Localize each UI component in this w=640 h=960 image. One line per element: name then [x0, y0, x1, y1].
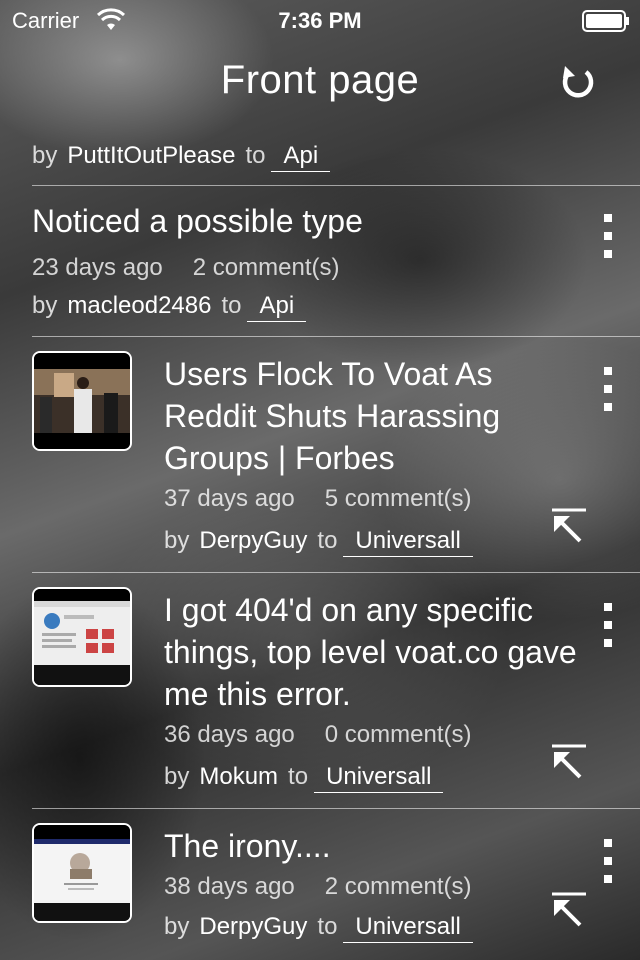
thumbnail-image	[34, 589, 130, 685]
post-byline: by macleod2486 to Api	[32, 292, 307, 322]
author-link[interactable]: PuttItOutPlease	[67, 142, 235, 169]
subverse-link[interactable]: Universall	[343, 913, 473, 943]
post-byline: by DerpyGuy to Universall	[164, 527, 473, 557]
post-title[interactable]: I got 404'd on any specific things, top …	[164, 589, 604, 715]
list-item[interactable]: Noticed a possible type 23 days ago 2 com…	[0, 186, 640, 337]
post-meta: 23 days ago 2 comment(s)	[32, 254, 339, 282]
author-link[interactable]: DerpyGuy	[199, 527, 307, 554]
post-meta: 38 days ago 2 comment(s)	[164, 873, 471, 901]
post-meta: 36 days ago 0 comment(s)	[164, 721, 471, 749]
more-options-icon[interactable]	[598, 839, 618, 895]
more-options-icon[interactable]	[598, 603, 618, 659]
post-byline: by PuttItOutPlease to Api	[32, 142, 331, 172]
subverse-link[interactable]: Api	[247, 292, 307, 322]
clock: 7:36 PM	[278, 8, 362, 33]
more-options-icon[interactable]	[598, 367, 618, 423]
list-item[interactable]: by PuttItOutPlease to Api	[0, 120, 640, 186]
comment-count[interactable]: 2 comment(s)	[325, 873, 472, 900]
post-age: 37 days ago	[164, 485, 295, 512]
post-title[interactable]: The irony....	[164, 825, 584, 867]
thumbnail-image	[34, 825, 130, 921]
post-list[interactable]: by PuttItOutPlease to Api Noticed a possibl…	[0, 120, 640, 960]
post-thumbnail[interactable]	[32, 587, 132, 687]
open-link-icon[interactable]	[550, 891, 588, 929]
post-meta: 37 days ago 5 comment(s)	[164, 485, 471, 513]
post-title[interactable]: Noticed a possible type	[32, 200, 572, 242]
list-item[interactable]: The irony.... 38 days ago 2 comment(s) by…	[0, 809, 640, 960]
refresh-button[interactable]	[556, 62, 600, 106]
post-thumbnail[interactable]	[32, 823, 132, 923]
post-age: 36 days ago	[164, 721, 295, 748]
author-link[interactable]: macleod2486	[67, 292, 211, 319]
list-item[interactable]: Users Flock To Voat As Reddit Shuts Hara…	[0, 337, 640, 573]
post-byline: by Mokum to Universall	[164, 763, 444, 793]
status-bar: Carrier 7:36 PM	[0, 0, 640, 40]
battery-icon	[582, 10, 629, 32]
more-options-icon[interactable]	[598, 214, 618, 270]
post-age: 23 days ago	[32, 254, 163, 281]
subverse-link[interactable]: Api	[271, 142, 331, 172]
thumbnail-image	[34, 353, 130, 449]
list-item[interactable]: I got 404'd on any specific things, top …	[0, 573, 640, 809]
post-title[interactable]: Users Flock To Voat As Reddit Shuts Hara…	[164, 353, 584, 479]
comment-count[interactable]: 2 comment(s)	[193, 254, 340, 281]
author-link[interactable]: Mokum	[199, 763, 278, 790]
post-age: 38 days ago	[164, 873, 295, 900]
post-byline: by DerpyGuy to Universall	[164, 913, 473, 943]
open-link-icon[interactable]	[550, 743, 588, 781]
open-link-icon[interactable]	[550, 507, 588, 545]
page-title: Front page	[220, 58, 420, 102]
subverse-link[interactable]: Universall	[343, 527, 473, 557]
comment-count[interactable]: 0 comment(s)	[325, 721, 472, 748]
author-link[interactable]: DerpyGuy	[199, 913, 307, 940]
subverse-link[interactable]: Universall	[314, 763, 444, 793]
post-thumbnail[interactable]	[32, 351, 132, 451]
comment-count[interactable]: 5 comment(s)	[325, 485, 472, 512]
